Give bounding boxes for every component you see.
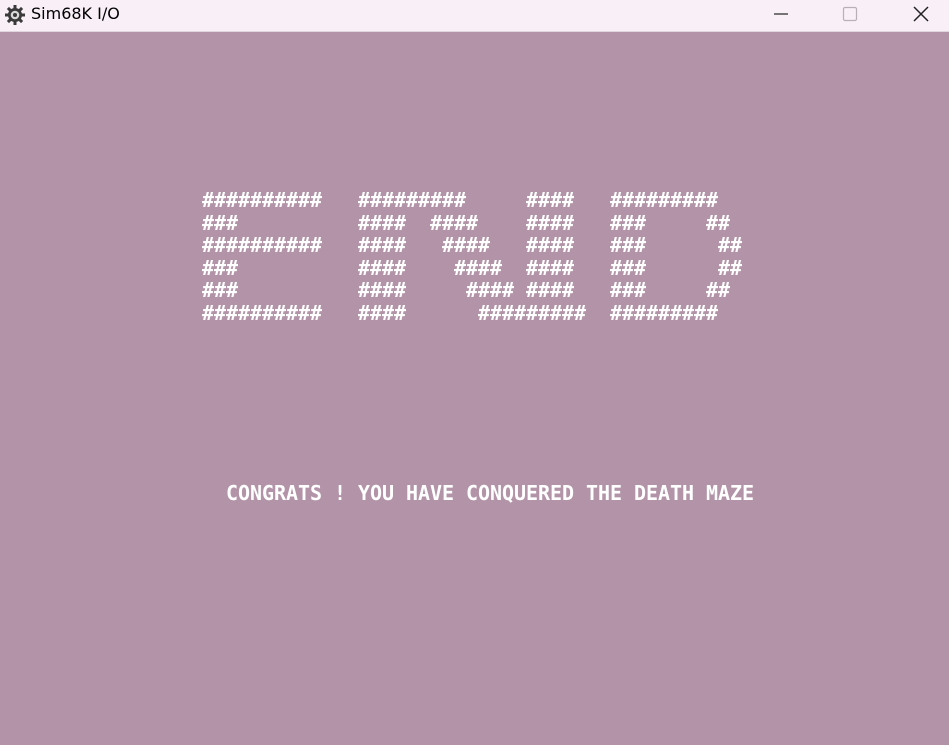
sim68k-io-window: Sim68K I/O ########## ######### #### ###… bbox=[0, 0, 949, 745]
minimize-button[interactable] bbox=[758, 0, 804, 31]
congrats-message: CONGRATS ! YOU HAVE CONQUERED THE DEATH … bbox=[226, 481, 755, 505]
window-title: Sim68K I/O bbox=[31, 4, 120, 23]
end-art-line: ########## #### ######### ######### bbox=[202, 300, 719, 325]
close-icon bbox=[912, 5, 930, 27]
minimize-icon bbox=[772, 5, 790, 27]
output-screen[interactable]: ########## ######### #### ######### ### … bbox=[0, 32, 949, 745]
title-bar[interactable]: Sim68K I/O bbox=[0, 0, 949, 32]
maximize-button[interactable] bbox=[827, 0, 873, 31]
close-button[interactable] bbox=[898, 0, 944, 31]
end-art-line: ########## #### #### #### ### ## bbox=[202, 233, 743, 257]
end-art-line: ### #### #### #### ### ## bbox=[202, 210, 731, 235]
end-art-line: ### #### #### #### ### ## bbox=[202, 278, 731, 302]
gear-icon[interactable] bbox=[4, 4, 26, 26]
end-art-line: ### #### #### #### ### ## bbox=[202, 255, 743, 280]
end-art-line: ########## ######### #### ######### bbox=[202, 188, 719, 212]
maximize-icon bbox=[841, 5, 859, 27]
